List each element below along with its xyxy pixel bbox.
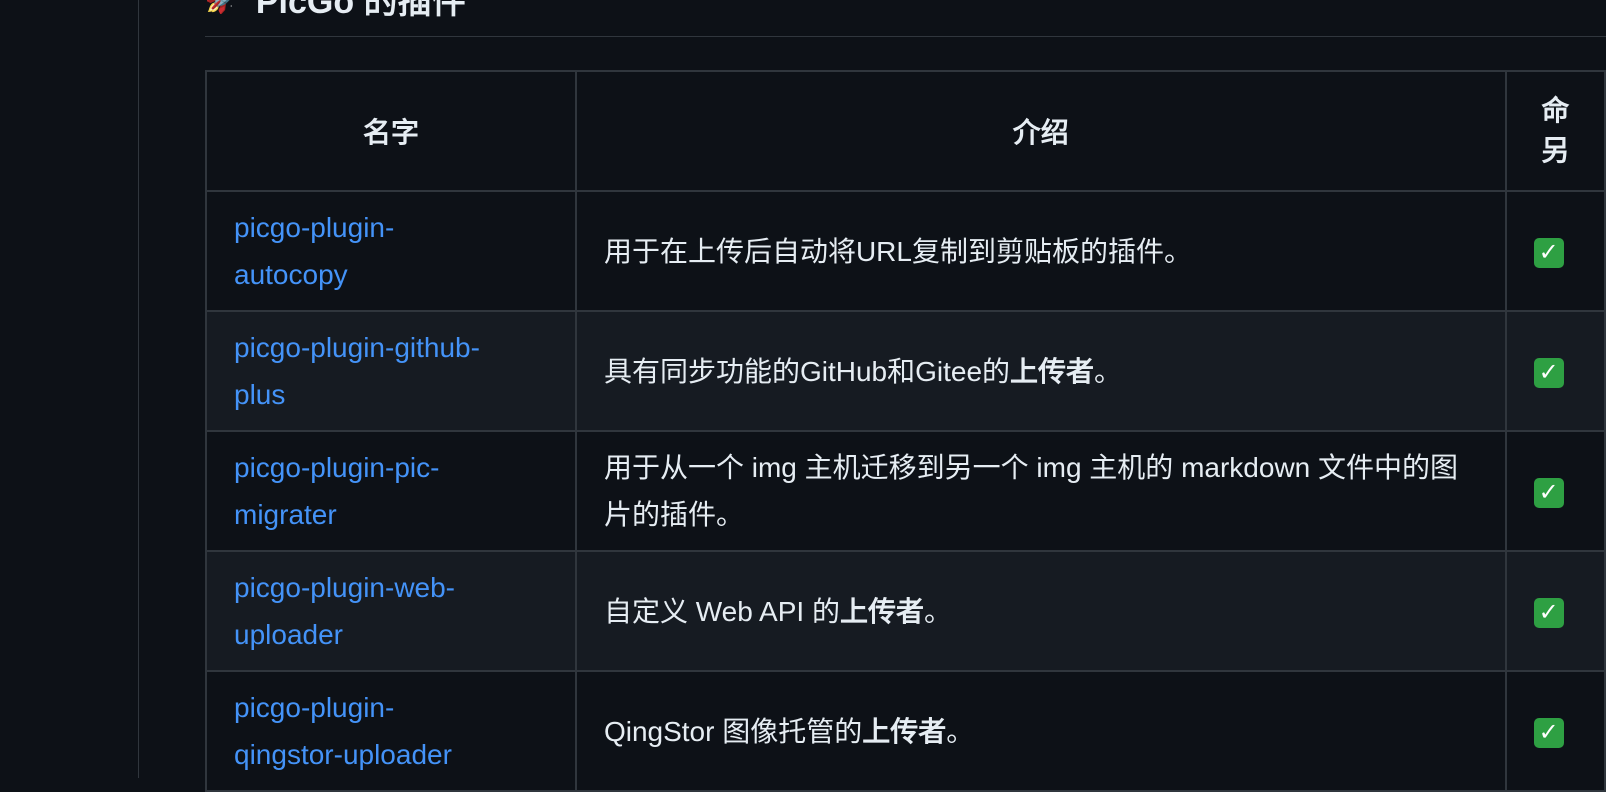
header-description: 介绍 [574,70,1507,192]
table-row: picgo-plugin-autocopy 用于在上传后自动将URL复制到剪贴板… [205,190,1606,312]
plugin-description-cell: 用于从一个 img 主机迁移到另一个 img 主机的 markdown 文件中的… [574,430,1507,552]
plugin-description-tail: 。 [946,715,975,747]
plugin-name-cell: picgo-plugin-qingstor-uploader [205,670,577,792]
plugin-description-tail: 。 [1094,355,1123,387]
plugin-description-strong: 上传者 [839,595,924,627]
plugin-description-cell: 用于在上传后自动将URL复制到剪贴板的插件。 [574,190,1507,312]
plugin-description-cell: QingStor 图像托管的上传者。 [574,670,1507,792]
table-row: picgo-plugin-web-uploader 自定义 Web API 的上… [205,550,1606,672]
check-mark-icon: ✓ [1533,598,1564,629]
table-row: picgo-plugin-pic-migrater 用于从一个 img 主机迁移… [205,430,1606,552]
plugin-description-cell: 自定义 Web API 的上传者。 [574,550,1507,672]
cli-support-cell: ✓ [1504,430,1606,552]
sidebar-divider [138,0,139,778]
header-cli-line2: 另 [1541,135,1570,166]
plugin-name-cell: picgo-plugin-autocopy [205,190,577,312]
check-mark-icon: ✓ [1533,238,1564,269]
header-name: 名字 [205,70,577,192]
plugin-description-strong: 上传者 [862,715,947,747]
plugin-name-cell: picgo-plugin-pic-migrater [205,430,577,552]
header-cli-line1: 命 [1541,95,1570,126]
plugin-link-web-uploader[interactable]: picgo-plugin-web-uploader [234,572,455,650]
plugin-link-qingstor-uploader[interactable]: picgo-plugin-qingstor-uploader [234,692,452,770]
cli-support-cell: ✓ [1504,670,1606,792]
cli-support-cell: ✓ [1504,190,1606,312]
plugin-link-github-plus[interactable]: picgo-plugin-github-plus [234,332,480,410]
check-mark-icon: ✓ [1533,478,1564,509]
cli-support-cell: ✓ [1504,310,1606,432]
plugin-description: 用于从一个 img 主机迁移到另一个 img 主机的 markdown 文件中的… [603,452,1459,530]
plugins-table: 名字 介绍 命 另 picgo-plugin-autocopy 用于在上传后自动… [205,70,1606,792]
plugin-description: 自定义 Web API 的 [603,595,840,627]
header-cli: 命 另 [1504,70,1606,192]
plugin-link-autocopy[interactable]: picgo-plugin-autocopy [234,212,394,290]
plugin-name-cell: picgo-plugin-web-uploader [205,550,577,672]
plugin-description: 具有同步功能的GitHub和Gitee的 [603,355,1011,387]
section-heading: 🚀 PicGo 的插件 [205,0,466,21]
plugin-description: QingStor 图像托管的 [603,715,863,747]
table-row: picgo-plugin-qingstor-uploader QingStor … [205,670,1606,792]
rocket-icon: 🚀 [205,0,240,15]
plugin-link-pic-migrater[interactable]: picgo-plugin-pic-migrater [234,452,439,530]
cli-support-cell: ✓ [1504,550,1606,672]
section-heading-text: PicGo 的插件 [255,0,466,21]
plugin-description-strong: 上传者 [1010,355,1095,387]
plugin-description: 用于在上传后自动将URL复制到剪贴板的插件。 [603,235,1192,267]
plugin-description-cell: 具有同步功能的GitHub和Gitee的上传者。 [574,310,1507,432]
check-mark-icon: ✓ [1533,358,1564,389]
table-header-row: 名字 介绍 命 另 [205,70,1606,192]
plugin-description-tail: 。 [923,595,952,627]
table-row: picgo-plugin-github-plus 具有同步功能的GitHub和G… [205,310,1606,432]
check-mark-icon: ✓ [1533,718,1564,749]
plugin-name-cell: picgo-plugin-github-plus [205,310,577,432]
heading-divider [205,36,1606,37]
